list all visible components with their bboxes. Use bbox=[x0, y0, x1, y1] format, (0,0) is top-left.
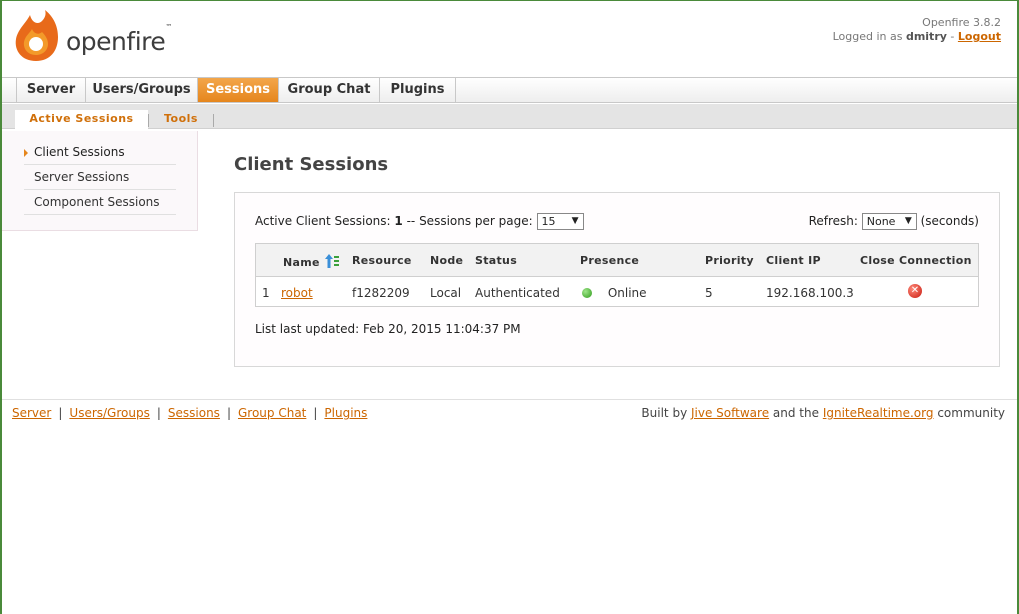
footer-link-group-chat[interactable]: Group Chat bbox=[238, 406, 306, 420]
close-connection-icon[interactable]: ✕ bbox=[908, 284, 922, 298]
footer-link-server[interactable]: Server bbox=[12, 406, 51, 420]
sessions-table: Name Resource Node Status Presence Prior… bbox=[255, 243, 979, 307]
sort-ascending-icon[interactable] bbox=[324, 254, 340, 268]
row-client-ip: 192.168.100.3 bbox=[766, 286, 854, 300]
row-resource: f1282209 bbox=[352, 286, 410, 300]
session-summary: Active Client Sessions: 1 -- Sessions pe… bbox=[255, 213, 584, 230]
tab-users-groups[interactable]: Users/Groups bbox=[86, 78, 198, 102]
row-status: Authenticated bbox=[475, 286, 560, 300]
and-the-label: and the bbox=[772, 406, 819, 420]
refresh-value: None bbox=[866, 215, 896, 228]
footer-nav: Server | Users/Groups | Sessions | Group Chat |… bbox=[12, 406, 367, 420]
sidebar-item-client-sessions[interactable]: Client Sessions bbox=[24, 140, 176, 165]
active-sessions-count: 1 bbox=[394, 214, 403, 228]
tab-sessions[interactable]: Sessions bbox=[198, 78, 279, 102]
column-header-presence[interactable]: Presence bbox=[580, 254, 639, 267]
sub-tab-bar: Active Sessions Tools bbox=[2, 104, 1017, 130]
row-name: robot bbox=[281, 286, 313, 300]
sessions-panel: Active Client Sessions: 1 -- Sessions pe… bbox=[234, 192, 1000, 367]
column-header-status[interactable]: Status bbox=[475, 254, 517, 267]
footer-separator: | bbox=[313, 406, 318, 420]
chevron-down-icon: ▼ bbox=[571, 216, 579, 226]
refresh-control: Refresh: None ▼ (seconds) bbox=[809, 213, 979, 230]
login-status: Logged in as dmitry - Logout bbox=[833, 30, 1001, 43]
footer-separator: | bbox=[156, 406, 161, 420]
sidebar: Client Sessions Server Sessions Componen… bbox=[2, 131, 198, 231]
arrow-right-icon bbox=[24, 149, 28, 157]
subtab-active-sessions[interactable]: Active Sessions bbox=[15, 110, 148, 130]
main-tab-bar: Server Users/Groups Sessions Group Chat … bbox=[2, 77, 1017, 103]
logo-wordmark: openfire™ bbox=[66, 22, 172, 56]
table-header: Name Resource Node Status Presence Prior… bbox=[256, 244, 978, 277]
column-header-name[interactable]: Name bbox=[283, 254, 340, 269]
subtab-divider bbox=[148, 114, 149, 127]
per-page-select[interactable]: 15 ▼ bbox=[536, 213, 584, 230]
user-link[interactable]: robot bbox=[281, 286, 313, 300]
footer-link-plugins[interactable]: Plugins bbox=[324, 406, 367, 420]
logout-link[interactable]: Logout bbox=[958, 30, 1001, 43]
column-header-close-connection: Close Connection bbox=[860, 254, 972, 267]
column-header-node[interactable]: Node bbox=[430, 254, 463, 267]
column-header-client-ip[interactable]: Client IP bbox=[766, 254, 821, 267]
refresh-select[interactable]: None ▼ bbox=[861, 213, 917, 230]
version-label: Openfire 3.8.2 bbox=[922, 16, 1001, 29]
active-sessions-label: Active Client Sessions: bbox=[255, 214, 391, 228]
chevron-down-icon: ▼ bbox=[904, 216, 912, 226]
ignite-realtime-link[interactable]: IgniteRealtime.org bbox=[823, 406, 934, 420]
column-header-label: Name bbox=[283, 256, 320, 269]
jive-software-link[interactable]: Jive Software bbox=[691, 406, 769, 420]
footer-link-sessions[interactable]: Sessions bbox=[168, 406, 220, 420]
tab-server[interactable]: Server bbox=[16, 78, 86, 102]
row-presence: Online bbox=[582, 286, 647, 300]
row-priority: 5 bbox=[705, 286, 713, 300]
per-page-value: 15 bbox=[541, 215, 556, 228]
per-page-label: -- Sessions per page: bbox=[406, 214, 533, 228]
footer-separator: | bbox=[58, 406, 63, 420]
row-index: 1 bbox=[262, 286, 270, 300]
footer-link-users-groups[interactable]: Users/Groups bbox=[69, 406, 149, 420]
sidebar-item-label: Client Sessions bbox=[34, 145, 125, 159]
sidebar-item-label: Component Sessions bbox=[34, 195, 160, 209]
online-status-icon bbox=[582, 288, 592, 298]
refresh-label: Refresh: bbox=[808, 214, 858, 228]
sidebar-item-component-sessions[interactable]: Component Sessions bbox=[24, 190, 176, 215]
built-by-label: Built by bbox=[641, 406, 688, 420]
page-title: Client Sessions bbox=[234, 154, 389, 175]
logged-in-prefix: Logged in as bbox=[832, 30, 903, 43]
subtab-divider bbox=[213, 114, 214, 127]
footer-divider bbox=[2, 399, 1017, 400]
last-updated: List last updated: Feb 20, 2015 11:04:37… bbox=[255, 322, 521, 336]
username: dmitry bbox=[905, 30, 947, 43]
header: openfire™ Openfire 3.8.2 Logged in as dm… bbox=[2, 1, 1017, 77]
dash: - bbox=[950, 30, 955, 43]
community-label: community bbox=[937, 406, 1005, 420]
tab-group-chat[interactable]: Group Chat bbox=[279, 78, 380, 102]
column-header-resource[interactable]: Resource bbox=[352, 254, 412, 267]
sidebar-item-server-sessions[interactable]: Server Sessions bbox=[24, 165, 176, 190]
row-node: Local bbox=[430, 286, 462, 300]
footer-credit: Built by Jive Software and the IgniteRea… bbox=[641, 406, 1005, 420]
flame-logo-icon bbox=[15, 10, 58, 61]
presence-label: Online bbox=[607, 286, 647, 300]
subtab-tools[interactable]: Tools bbox=[154, 110, 208, 130]
footer-separator: | bbox=[226, 406, 231, 420]
sidebar-item-label: Server Sessions bbox=[34, 170, 130, 184]
tab-plugins[interactable]: Plugins bbox=[380, 78, 456, 102]
refresh-unit: (seconds) bbox=[920, 214, 979, 228]
column-header-priority[interactable]: Priority bbox=[705, 254, 754, 267]
